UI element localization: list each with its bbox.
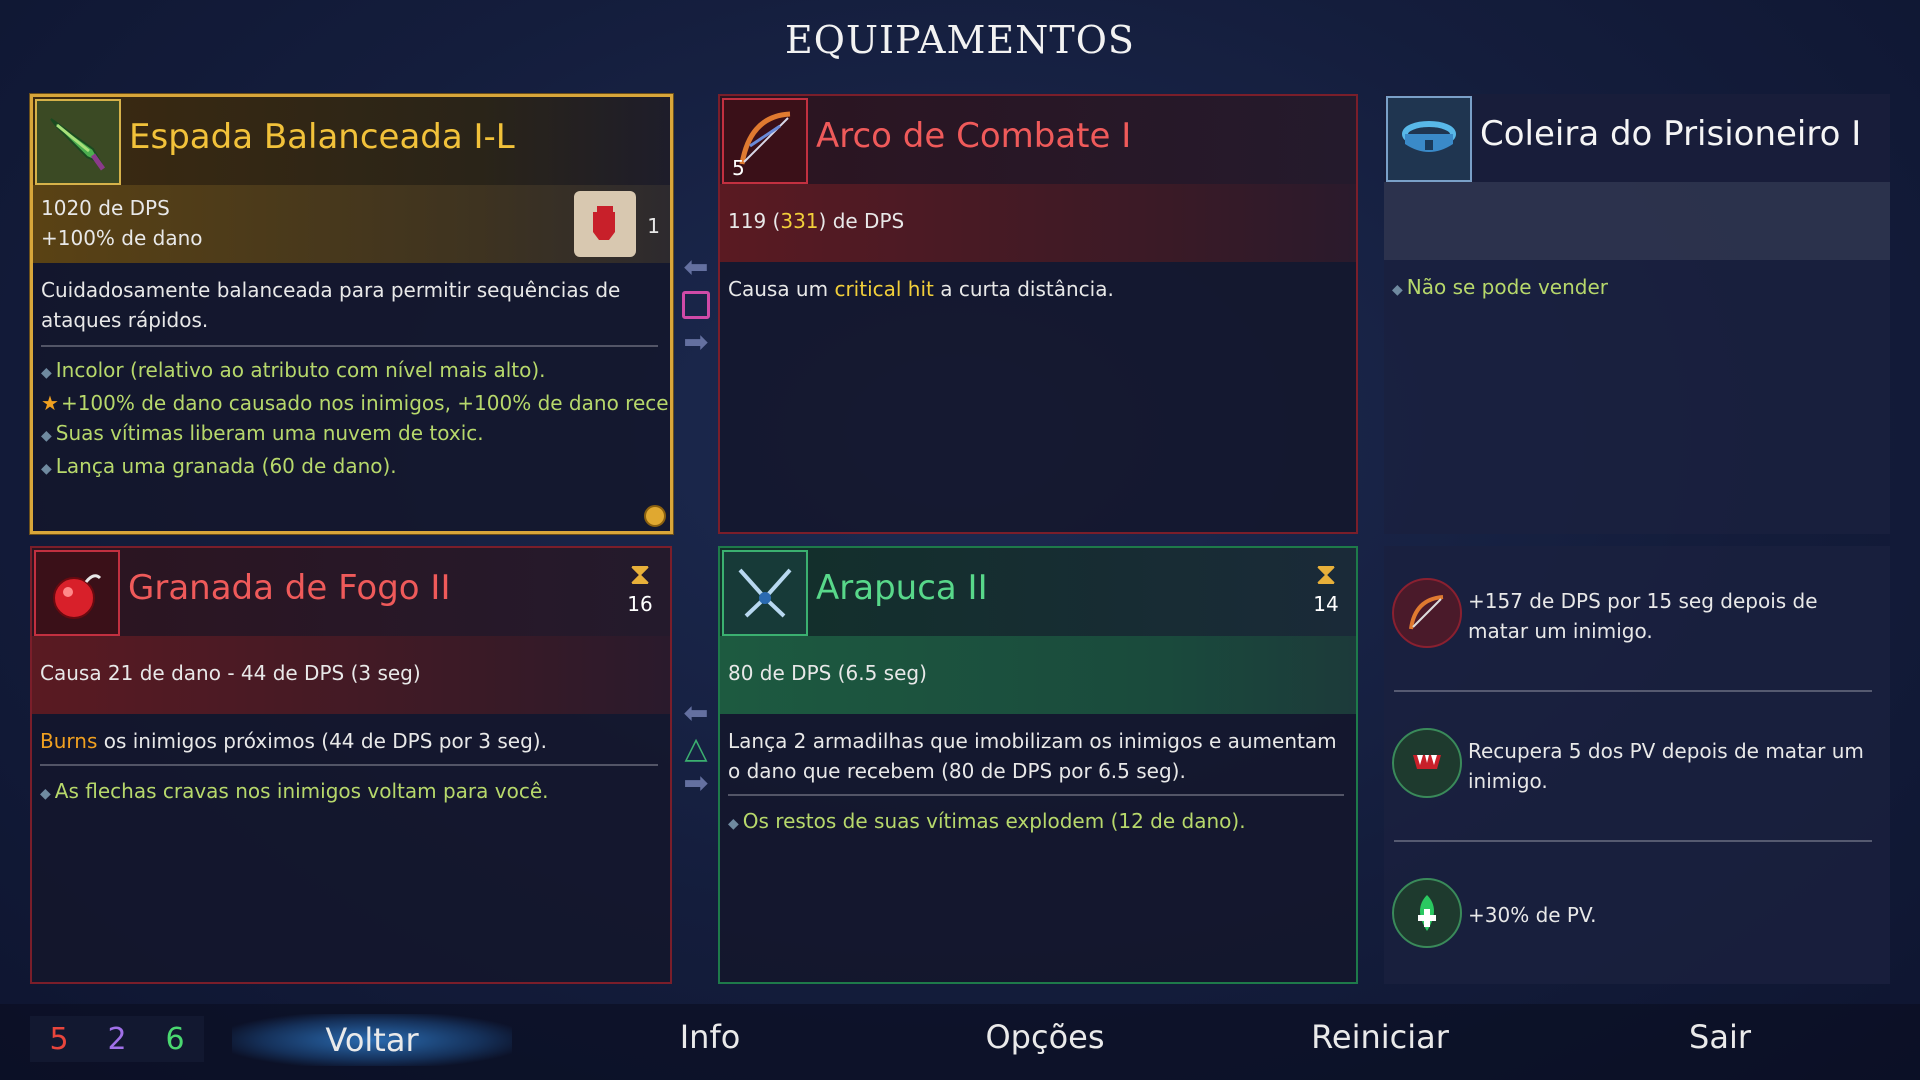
divider xyxy=(1394,690,1872,692)
mutation-row[interactable]: +30% de PV. xyxy=(1384,854,1890,974)
bottom-menu-bar: 5 2 6 Voltar Info Opções Reiniciar Sair xyxy=(0,1004,1920,1080)
item-description: Lança 2 armadilhas que imobilizam os ini… xyxy=(728,729,1337,783)
divider xyxy=(1394,840,1872,842)
diamond-icon: ◆ xyxy=(41,365,52,381)
mutation-text: +30% de PV. xyxy=(1468,903,1597,927)
back-button[interactable]: Voltar xyxy=(232,1014,512,1066)
equipment-card-collar[interactable]: Coleira do Prisioneiro I ◆ Não se pode ve… xyxy=(1384,94,1890,534)
collar-icon xyxy=(1386,96,1472,182)
bullet-list: ◆ Os restos de suas vítimas explodem (12 … xyxy=(728,806,1344,839)
dps-stat: 1020 de DPS xyxy=(41,196,170,220)
swap-controls-bottom: ⬅ △ ➡ xyxy=(676,696,716,801)
list-item: ◆ Suas vítimas liberam uma nuvem de toxic… xyxy=(41,421,484,445)
item-description: Causa um critical hit a curta distância. xyxy=(728,277,1114,301)
gold-orb-icon xyxy=(644,505,666,527)
arrow-left-icon[interactable]: ⬅ xyxy=(676,696,716,731)
diamond-icon: ◆ xyxy=(728,816,739,832)
card-header: Granada de Fogo II ⧗ 16 xyxy=(32,548,670,636)
options-button[interactable]: Opções xyxy=(975,1018,1115,1056)
hourglass-icon: ⧗ xyxy=(629,557,651,592)
scroll-count: 1 xyxy=(647,214,660,238)
fangs-icon xyxy=(1392,728,1462,798)
quit-button[interactable]: Sair xyxy=(1660,1018,1780,1056)
stat-band: 119 (331) de DPS xyxy=(720,184,1356,262)
card-header: Espada Balanceada I-L xyxy=(33,97,670,185)
equipment-card-bow[interactable]: 5 Arco de Combate I 119 (331) de DPS Cau… xyxy=(718,94,1358,534)
fire-grenade-icon xyxy=(34,550,120,636)
page-title: EQUIPAMENTOS xyxy=(785,18,1135,62)
mutation-row[interactable]: +157 de DPS por 15 seg depois de matar u… xyxy=(1384,554,1890,674)
item-description: Burns os inimigos próximos (44 de DPS po… xyxy=(40,729,547,753)
hourglass-icon: ⧗ xyxy=(1315,557,1337,592)
item-description: Cuidadosamente balanceada para permitir … xyxy=(41,278,621,332)
cooldown-indicator: ⧗ 14 xyxy=(1306,557,1346,617)
item-name: Coleira do Prisioneiro I xyxy=(1480,114,1862,154)
sword-icon xyxy=(35,99,121,185)
bullet-list: ◆ As flechas cravas nos inimigos voltam p… xyxy=(40,776,658,809)
mutation-row[interactable]: Recupera 5 dos PV depois de matar um ini… xyxy=(1384,704,1890,824)
diamond-icon: ◆ xyxy=(41,461,52,477)
cooldown-value: 14 xyxy=(1313,592,1339,616)
list-item: ★ +100% de dano causado nos inimigos, +10… xyxy=(41,391,673,415)
divider xyxy=(728,794,1344,796)
list-item: ◆ As flechas cravas nos inimigos voltam p… xyxy=(40,779,549,803)
diamond-icon: ◆ xyxy=(1392,282,1403,298)
item-name: Espada Balanceada I-L xyxy=(129,117,515,157)
item-name: Granada de Fogo II xyxy=(128,568,451,608)
diamond-icon: ◆ xyxy=(40,786,51,802)
trap-icon xyxy=(722,550,808,636)
keyword-highlight: Burns xyxy=(40,729,98,753)
mutation-text: +157 de DPS por 15 seg depois de matar u… xyxy=(1468,589,1818,643)
brutality-counter: 5 xyxy=(49,1021,69,1057)
bow-kill-icon xyxy=(1392,578,1462,648)
equipment-card-trap[interactable]: Arapuca II ⧗ 14 80 de DPS (6.5 seg) Lanç… xyxy=(718,546,1358,984)
list-item: ◆ Os restos de suas vítimas explodem (12 … xyxy=(728,809,1246,833)
list-item: ◆ Lança uma granada (60 de dano). xyxy=(41,454,397,478)
damage-stat: +100% de dano xyxy=(41,226,203,250)
card-header: 5 Arco de Combate I xyxy=(720,96,1356,184)
survival-counter: 6 xyxy=(165,1021,185,1057)
square-button-icon[interactable] xyxy=(682,291,710,319)
bullet-list: ◆ Incolor (relativo ao atributo com nível… xyxy=(41,355,673,484)
item-name: Arco de Combate I xyxy=(816,116,1132,156)
stat-band: 80 de DPS (6.5 seg) xyxy=(720,636,1356,714)
triangle-button-icon[interactable]: △ xyxy=(676,731,716,766)
scroll-icon xyxy=(574,191,636,257)
stat-counters: 5 2 6 xyxy=(30,1016,204,1062)
cooldown-indicator: ⧗ 16 xyxy=(620,557,660,617)
tactics-counter: 2 xyxy=(107,1021,127,1057)
keyword-highlight: critical hit xyxy=(834,277,934,301)
list-item: ◆ Não se pode vender xyxy=(1392,275,1609,299)
star-icon: ★ xyxy=(41,391,59,415)
bow-icon: 5 xyxy=(722,98,808,184)
restart-button[interactable]: Reiniciar xyxy=(1300,1018,1460,1056)
divider xyxy=(41,345,658,347)
equipment-card-sword[interactable]: Espada Balanceada I-L 1020 de DPS +100% … xyxy=(30,94,673,534)
arrow-right-icon[interactable]: ➡ xyxy=(676,766,716,801)
list-item: ◆ Incolor (relativo ao atributo com nível… xyxy=(41,358,546,382)
info-button[interactable]: Info xyxy=(640,1018,780,1056)
item-name: Arapuca II xyxy=(816,568,988,608)
arrow-left-icon[interactable]: ⬅ xyxy=(676,250,716,285)
equipment-card-grenade[interactable]: Granada de Fogo II ⧗ 16 Causa 21 de dano… xyxy=(30,546,672,984)
dps-highlight: 331 xyxy=(780,209,819,233)
swap-controls-top: ⬅ ➡ xyxy=(676,250,716,360)
stat-band: Causa 21 de dano - 44 de DPS (3 seg) xyxy=(32,636,670,714)
health-plus-icon xyxy=(1392,878,1462,948)
stat-band: 1020 de DPS +100% de dano 1 xyxy=(33,185,670,263)
stat-band xyxy=(1384,182,1890,260)
cooldown-value: 16 xyxy=(627,592,653,616)
card-header: Coleira do Prisioneiro I xyxy=(1384,94,1890,182)
arrow-right-icon[interactable]: ➡ xyxy=(676,325,716,360)
mutation-text: Recupera 5 dos PV depois de matar um ini… xyxy=(1468,739,1864,793)
diamond-icon: ◆ xyxy=(41,428,52,444)
bullet-list: ◆ Não se pode vender xyxy=(1392,272,1878,305)
item-level: 5 xyxy=(732,156,745,180)
card-header: Arapuca II ⧗ 14 xyxy=(720,548,1356,636)
divider xyxy=(40,764,658,766)
mutations-panel: +157 de DPS por 15 seg depois de matar u… xyxy=(1384,546,1890,984)
